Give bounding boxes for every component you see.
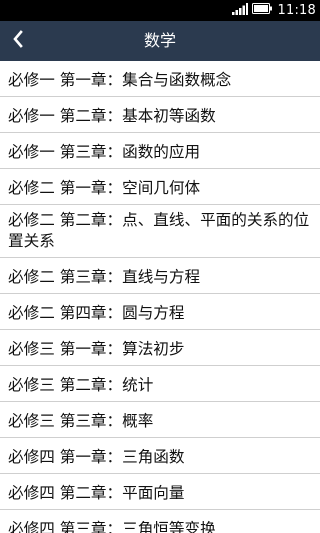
battery-icon	[251, 3, 272, 18]
list-item[interactable]: 必修四 第二章：平面向量	[0, 474, 320, 510]
signal-icon	[231, 2, 248, 19]
list-item-label: 必修二 第四章：圆与方程	[8, 303, 185, 322]
list-item[interactable]: 必修三 第三章：概率	[0, 402, 320, 438]
status-time: 11:18	[277, 3, 316, 18]
list-item[interactable]: 必修一 第一章：集合与函数概念	[0, 61, 320, 97]
list-item[interactable]: 必修一 第三章：函数的应用	[0, 133, 320, 169]
list-item[interactable]: 必修三 第二章：统计	[0, 366, 320, 402]
list-item[interactable]: 必修四 第三章：三角恒等变换	[0, 510, 320, 533]
list-item-label: 必修一 第二章：基本初等函数	[8, 106, 216, 125]
list-item[interactable]: 必修二 第一章：空间几何体	[0, 169, 320, 205]
list-item-label: 必修三 第一章：算法初步	[8, 339, 185, 358]
list-item-label: 必修四 第一章：三角函数	[8, 447, 185, 466]
chapter-list: 必修一 第一章：集合与函数概念 必修一 第二章：基本初等函数 必修一 第三章：函…	[0, 61, 320, 533]
list-item[interactable]: 必修二 第三章：直线与方程	[0, 258, 320, 294]
list-item[interactable]: 必修四 第一章：三角函数	[0, 438, 320, 474]
list-item-label: 必修二 第一章：空间几何体	[8, 178, 201, 197]
list-item-label: 必修三 第二章：统计	[8, 375, 154, 394]
list-item-label: 必修四 第二章：平面向量	[8, 483, 185, 502]
list-item-label: 必修二 第二章：点、直线、平面的关系的位置关系	[8, 211, 310, 250]
list-item[interactable]: 必修二 第二章：点、直线、平面的关系的位置关系	[0, 205, 320, 258]
back-button[interactable]	[0, 21, 36, 61]
list-item[interactable]: 必修一 第二章：基本初等函数	[0, 97, 320, 133]
list-item-label: 必修一 第三章：函数的应用	[8, 142, 201, 161]
status-bar: 11:18	[0, 0, 320, 21]
list-item[interactable]: 必修三 第一章：算法初步	[0, 330, 320, 366]
list-item-label: 必修三 第三章：概率	[8, 411, 154, 430]
page-title: 数学	[143, 31, 176, 50]
chevron-left-icon	[12, 30, 24, 52]
title-bar: 数学	[0, 21, 320, 61]
list-item-label: 必修一 第一章：集合与函数概念	[8, 70, 232, 89]
list-item[interactable]: 必修二 第四章：圆与方程	[0, 294, 320, 330]
list-item-label: 必修二 第三章：直线与方程	[8, 267, 201, 286]
list-item-label: 必修四 第三章：三角恒等变换	[8, 519, 216, 533]
status-indicators: 11:18	[231, 0, 316, 21]
